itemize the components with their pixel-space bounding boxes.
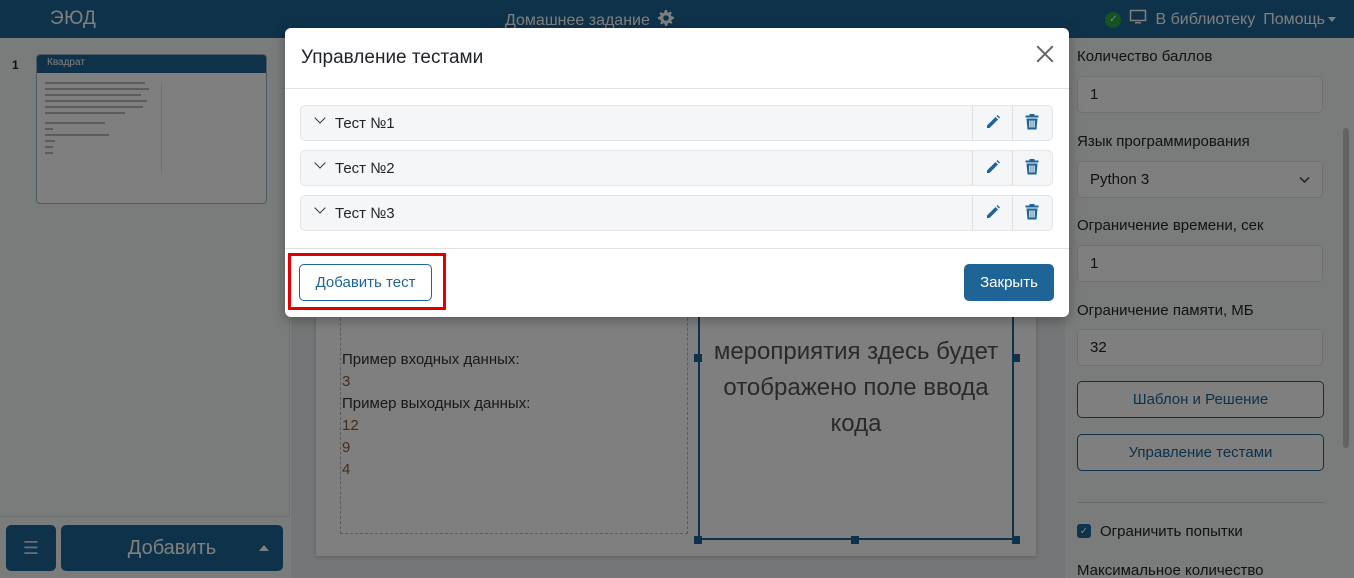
divider — [1012, 106, 1013, 140]
modal-title: Управление тестами — [301, 47, 484, 68]
divider — [1012, 151, 1013, 185]
test-row[interactable]: Тест №2 — [300, 150, 1053, 186]
test-label: Тест №1 — [335, 115, 395, 132]
modal-footer-divider — [285, 248, 1069, 249]
pencil-icon[interactable] — [985, 159, 1001, 175]
close-icon[interactable] — [1033, 42, 1057, 66]
trash-icon[interactable] — [1025, 204, 1039, 220]
test-row[interactable]: Тест №1 — [300, 105, 1053, 141]
test-row[interactable]: Тест №3 — [300, 195, 1053, 231]
test-label: Тест №2 — [335, 160, 395, 177]
close-button[interactable]: Закрыть — [964, 264, 1054, 301]
highlight-box — [288, 253, 446, 310]
divider — [1012, 196, 1013, 230]
chevron-down-icon[interactable] — [315, 159, 325, 169]
divider — [972, 106, 973, 140]
divider — [972, 196, 973, 230]
test-label: Тест №3 — [335, 205, 395, 222]
chevron-down-icon[interactable] — [315, 204, 325, 214]
trash-icon[interactable] — [1025, 114, 1039, 130]
divider — [972, 151, 973, 185]
pencil-icon[interactable] — [985, 114, 1001, 130]
modal-header: Управление тестами — [285, 28, 1069, 89]
trash-icon[interactable] — [1025, 159, 1039, 175]
chevron-down-icon[interactable] — [315, 114, 325, 124]
pencil-icon[interactable] — [985, 204, 1001, 220]
